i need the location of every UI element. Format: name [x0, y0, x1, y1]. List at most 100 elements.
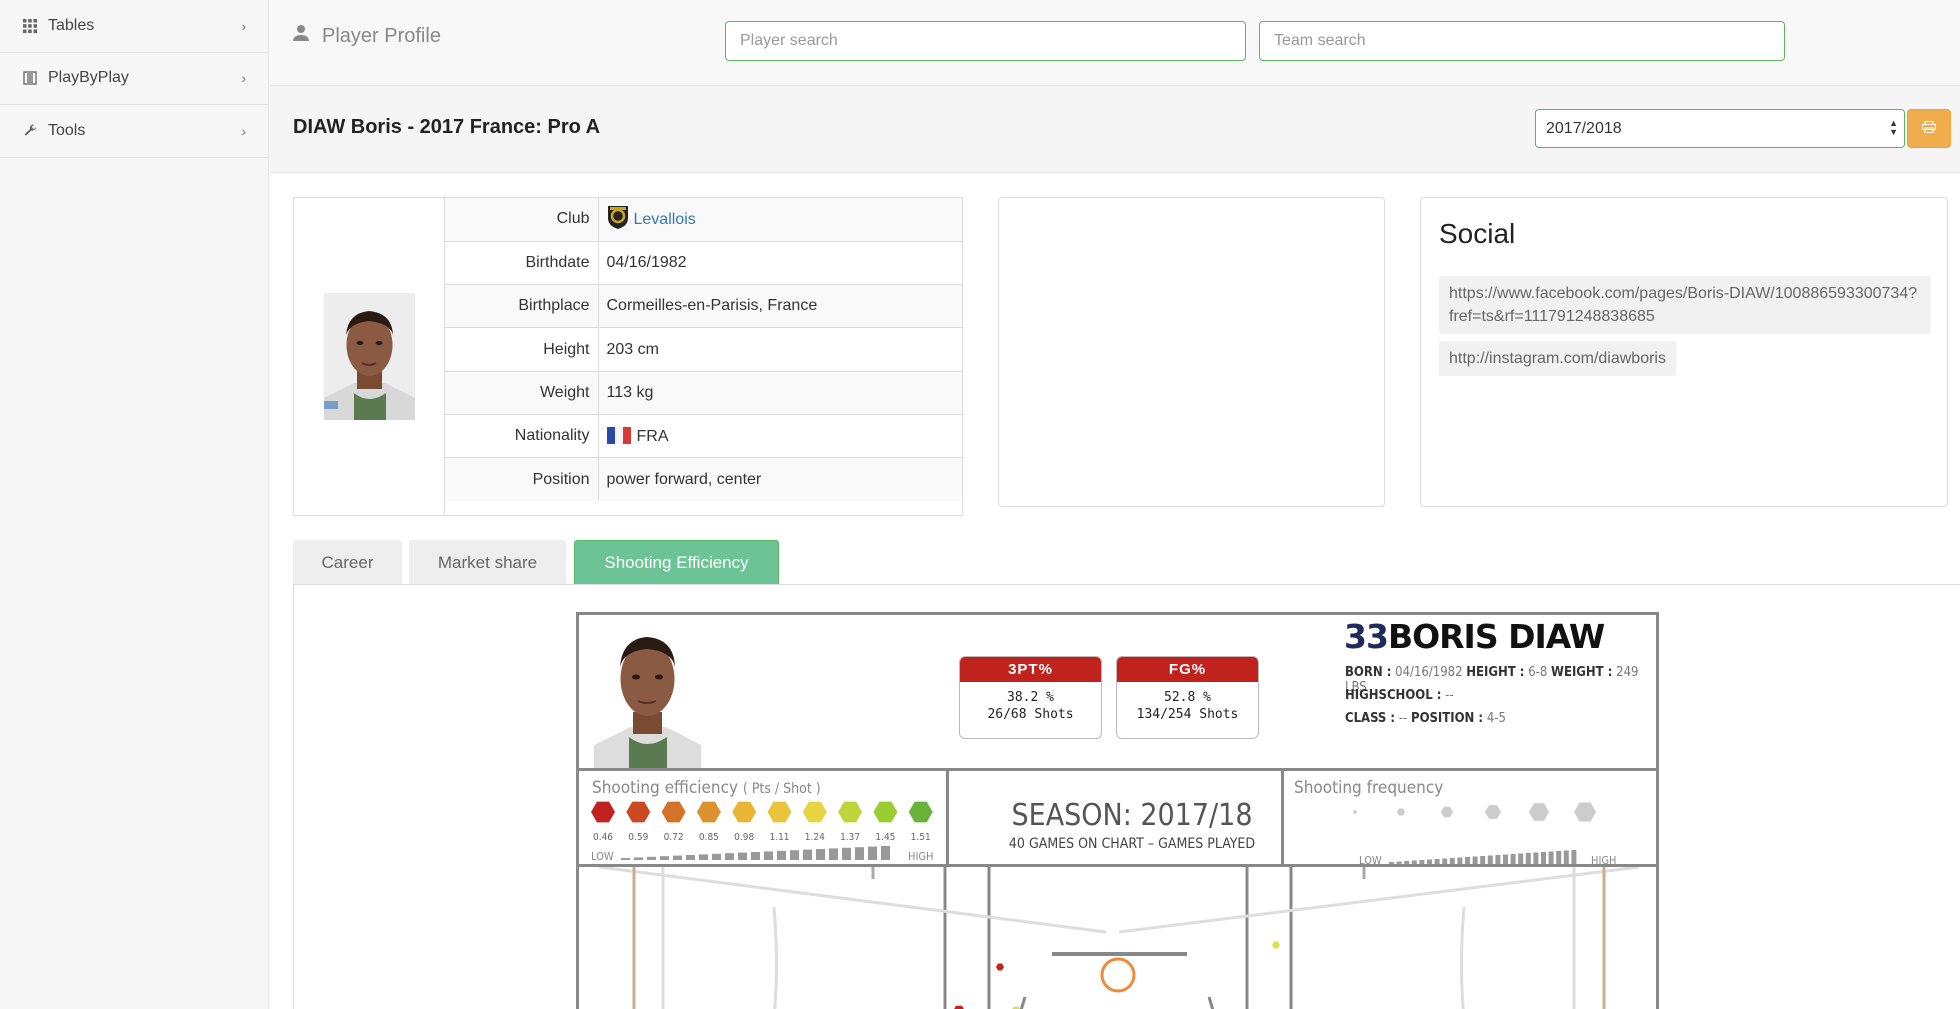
- info-key: Height: [445, 327, 599, 372]
- sidebar: Tables › PlayByPlay › Tools ›: [0, 0, 269, 1009]
- field-goal-shots: 134/254 Shots: [1136, 707, 1239, 722]
- user-icon: [292, 24, 310, 48]
- player-info-table: Club Levallois Birthdate 04/16/1982 Birt…: [293, 197, 963, 516]
- info-key: Birthdate: [445, 241, 599, 286]
- info-key: Club: [445, 198, 599, 242]
- high-label: HIGH: [908, 850, 933, 863]
- efficiency-hex: [626, 801, 651, 823]
- info-value: 113 kg: [598, 371, 962, 415]
- header-title: Player Profile: [292, 24, 441, 48]
- highschool-value: --: [1445, 688, 1454, 703]
- chevron-right-icon: ›: [241, 122, 246, 139]
- table-row: Height 203 cm: [445, 327, 962, 372]
- frequency-hex: [1485, 805, 1501, 819]
- info-value: Cormeilles-en-Parisis, France: [598, 284, 962, 329]
- chevron-right-icon: ›: [241, 17, 246, 34]
- efficiency-scale-label: 0.46: [593, 832, 613, 843]
- scale-bar: [751, 852, 760, 860]
- divider: [946, 768, 949, 867]
- social-title: Social: [1439, 218, 1516, 249]
- table-row: Nationality FRA: [445, 414, 962, 459]
- scale-bar: [1548, 851, 1554, 864]
- height-label: HEIGHT :: [1466, 665, 1525, 680]
- three-point-label: 3PT%: [960, 657, 1101, 682]
- info-key: Nationality: [445, 414, 599, 459]
- sidebar-item-tables[interactable]: Tables ›: [0, 0, 268, 53]
- efficiency-scale-label: 1.11: [769, 832, 789, 843]
- print-icon: [1922, 120, 1936, 138]
- sidebar-item-label: Tools: [48, 121, 86, 139]
- scale-bar: [725, 853, 734, 860]
- scale-bar: [1487, 855, 1493, 864]
- frequency-hex: [1529, 803, 1549, 821]
- tab-career[interactable]: Career: [293, 540, 402, 585]
- frequency-hex: [1353, 810, 1357, 814]
- scale-bar: [686, 855, 695, 860]
- frequency-title: Shooting frequency: [1294, 778, 1444, 798]
- scale-bar: [1563, 850, 1569, 864]
- scale-bar: [1571, 850, 1577, 864]
- field-goal-label: FG%: [1117, 657, 1258, 682]
- scale-bar: [647, 856, 656, 860]
- efficiency-scale-label: 0.85: [699, 832, 719, 843]
- player-search-input[interactable]: Player search: [725, 21, 1246, 61]
- frequency-hex: [1397, 808, 1405, 816]
- sidebar-item-tools[interactable]: Tools ›: [0, 105, 268, 158]
- scale-bar: [1465, 857, 1470, 864]
- scale-bar: [621, 858, 630, 860]
- efficiency-hex: [732, 801, 757, 823]
- efficiency-hex: [591, 801, 615, 823]
- efficiency-hex: [767, 801, 792, 823]
- efficiency-legend: 0.46 0.59 0.72 0.85 0.98 1.11 1.24 1.37 1.45 1.51…: [591, 801, 933, 863]
- sort-arrows-icon: ▲ ▼: [1889, 118, 1898, 137]
- page-header: DIAW Boris - 2017 France: Pro A 2017/201…: [270, 86, 1960, 173]
- tab-market-share[interactable]: Market share: [409, 540, 566, 585]
- low-label: LOW: [1359, 854, 1382, 864]
- scale-bar: [1510, 854, 1516, 864]
- scale-bar: [790, 850, 799, 860]
- scale-bar: [829, 848, 838, 860]
- scale-bar: [699, 854, 708, 860]
- club-logo: [607, 204, 629, 235]
- scale-bar: [1472, 856, 1478, 864]
- three-point-stat: 3PT% 38.2 % 26/68 Shots: [959, 656, 1102, 739]
- header-title-text: Player Profile: [322, 24, 441, 47]
- team-search-input[interactable]: Team search: [1259, 21, 1785, 61]
- efficiency-scale-label: 0.98: [734, 832, 754, 843]
- field-goal-pct: 52.8 %: [1164, 690, 1211, 705]
- class-label: CLASS :: [1345, 711, 1396, 726]
- shot-chart-player-name: 33BORIS DIAW: [1344, 617, 1605, 656]
- player-info-rows: Club Levallois Birthdate 04/16/1982 Birt…: [445, 198, 962, 502]
- three-point-pct: 38.2 %: [1007, 690, 1054, 705]
- player-photo-cell: [294, 198, 445, 515]
- weight-label: WEIGHT :: [1551, 665, 1613, 680]
- jersey-number: 33: [1344, 617, 1389, 656]
- high-label: HIGH: [1591, 854, 1616, 864]
- scale-bar: [1503, 854, 1508, 864]
- scale-bar: [712, 853, 721, 860]
- instagram-link[interactable]: http://instagram.com/diawboris: [1439, 341, 1676, 376]
- header: Player Profile Player search Team search: [270, 0, 1960, 86]
- print-button[interactable]: [1907, 109, 1951, 148]
- facebook-link[interactable]: https://www.facebook.com/pages/Boris-DIA…: [1439, 276, 1931, 334]
- club-link[interactable]: Levallois: [634, 211, 696, 228]
- scale-bar: [777, 850, 786, 860]
- sidebar-item-playbyplay[interactable]: PlayByPlay ›: [0, 53, 268, 105]
- scale-bar: [881, 846, 890, 860]
- scale-bar: [855, 847, 864, 860]
- scale-bar: [868, 846, 877, 860]
- basketball-court: [598, 867, 1640, 1009]
- efficiency-scale-label: 1.24: [805, 832, 825, 843]
- player-name: BORIS DIAW: [1387, 617, 1605, 656]
- efficiency-hex: [802, 801, 827, 823]
- position-label: POSITION :: [1411, 711, 1484, 726]
- page-title: DIAW Boris - 2017 France: Pro A: [293, 116, 601, 138]
- scale-bar: [1556, 851, 1562, 864]
- scale-bar: [803, 849, 812, 860]
- bio-line-2: HIGHSCHOOL : --: [1345, 688, 1454, 703]
- born-value: 04/16/1982: [1395, 665, 1463, 680]
- efficiency-title-text: Shooting efficiency: [592, 778, 739, 798]
- season-select[interactable]: 2017/2018 ▲ ▼: [1535, 109, 1905, 148]
- tab-shooting-efficiency[interactable]: Shooting Efficiency: [574, 540, 779, 585]
- chevron-right-icon: ›: [241, 70, 246, 87]
